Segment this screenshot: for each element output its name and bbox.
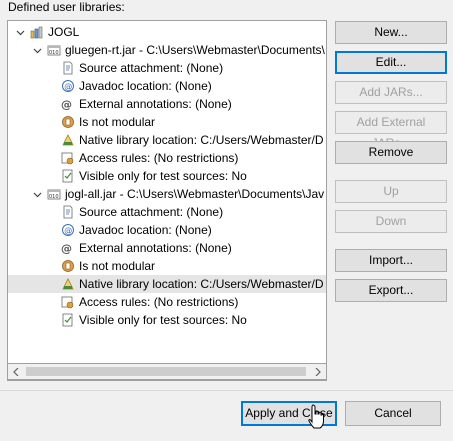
tree-item-label: Visible only for test sources: No (79, 169, 247, 183)
scroll-left-arrow-icon[interactable] (10, 366, 22, 378)
tree-item-label: Source attachment: (None) (79, 61, 224, 75)
scroll-right-arrow-icon[interactable] (312, 366, 324, 378)
tree-attribute-row[interactable]: @ External annotations: (None) (8, 95, 326, 113)
tree-item-label: Native library location: C:/Users/Webmas… (79, 133, 324, 147)
jar-icon: 010 (47, 187, 61, 201)
svg-text:@: @ (64, 226, 72, 235)
add-external-jars-button[interactable]: Add External JARs... (335, 111, 447, 150)
tree-jar-row[interactable]: 010 gluegen-rt.jar - C:\Users\Webmaster\D… (8, 41, 326, 59)
tree-attribute-row[interactable]: @ External annotations: (None) (8, 239, 326, 257)
library-icon (30, 25, 44, 39)
tree-jar-row[interactable]: 010 jogl-all.jar - C:\Users\Webmaster\Doc… (8, 185, 326, 203)
access-rules-icon (61, 151, 75, 165)
native-library-icon (61, 133, 75, 147)
native-library-icon (61, 277, 75, 291)
svg-text:@: @ (61, 242, 72, 255)
tree-attribute-row[interactable]: Access rules: (No restrictions) (8, 149, 326, 167)
remove-button[interactable]: Remove (335, 141, 447, 164)
svg-text:010: 010 (49, 50, 59, 56)
edit-button[interactable]: Edit... (335, 51, 447, 74)
source-attachment-icon (61, 61, 75, 75)
tree-item-label: Javadoc location: (None) (79, 79, 212, 93)
tree-item-label: External annotations: (None) (79, 241, 232, 255)
module-icon (61, 259, 75, 273)
scrollbar-thumb[interactable] (26, 367, 306, 376)
tree-attribute-row[interactable]: @ Javadoc location: (None) (8, 77, 326, 95)
expand-chevron-icon[interactable] (14, 23, 26, 41)
test-sources-icon (61, 313, 75, 327)
module-icon (61, 115, 75, 129)
svg-text:@: @ (61, 98, 72, 111)
export-button[interactable]: Export... (335, 279, 447, 302)
tree-item-label: Javadoc location: (None) (79, 223, 212, 237)
tree-attribute-row[interactable]: @ Javadoc location: (None) (8, 221, 326, 239)
tree-item-label: Visible only for test sources: No (79, 313, 247, 327)
tree-item-label: Is not modular (79, 115, 156, 129)
expand-chevron-icon[interactable] (31, 41, 43, 59)
tree-attribute-row[interactable]: Source attachment: (None) (8, 203, 326, 221)
tree-attribute-row[interactable]: Is not modular (8, 257, 326, 275)
tree-item-label: JOGL (48, 25, 80, 39)
hand-cursor-icon (308, 404, 324, 429)
tree-attribute-row[interactable]: Visible only for test sources: No (8, 167, 326, 185)
down-button[interactable]: Down (335, 210, 447, 233)
up-button[interactable]: Up (335, 180, 447, 203)
footer-separator (0, 390, 453, 391)
user-libraries-tree[interactable]: JOGL 010 gluegen-rt.jar - C:\Users\Webmast… (7, 20, 327, 381)
expand-chevron-icon[interactable] (31, 185, 43, 203)
tree-item-label: Access rules: (No restrictions) (79, 295, 239, 309)
tree-attribute-row[interactable]: Source attachment: (None) (8, 59, 326, 77)
tree-item-label: Native library location: C:/Users/Webmas… (79, 277, 324, 291)
external-annotations-icon: @ (61, 97, 75, 111)
tree-item-label: gluegen-rt.jar - C:\Users\Webmaster\Docu… (65, 43, 325, 57)
tree-item-label: Access rules: (No restrictions) (79, 151, 239, 165)
tree-attribute-row[interactable]: Native library location: C:/Users/Webmas… (8, 131, 326, 149)
horizontal-scrollbar[interactable] (7, 363, 327, 380)
cancel-button[interactable]: Cancel (345, 401, 441, 426)
test-sources-icon (61, 169, 75, 183)
tree-library-row[interactable]: JOGL (8, 23, 326, 41)
tree-attribute-row[interactable]: Is not modular (8, 113, 326, 131)
tree-item-label: Source attachment: (None) (79, 205, 224, 219)
tree-attribute-row[interactable]: Native library location: C:/Users/Webmas… (8, 275, 326, 293)
tree-item-label: External annotations: (None) (79, 97, 232, 111)
javadoc-icon: @ (61, 223, 75, 237)
source-attachment-icon (61, 205, 75, 219)
import-button[interactable]: Import... (335, 249, 447, 272)
new-button[interactable]: New... (335, 21, 447, 44)
tree-item-label: Is not modular (79, 259, 156, 273)
tree-attribute-row[interactable]: Visible only for test sources: No (8, 311, 326, 329)
tree-attribute-row[interactable]: Access rules: (No restrictions) (8, 293, 326, 311)
access-rules-icon (61, 295, 75, 309)
svg-text:010: 010 (49, 194, 59, 200)
defined-user-libraries-label: Defined user libraries: (8, 0, 125, 14)
tree-item-label: jogl-all.jar - C:\Users\Webmaster\Docume… (65, 187, 325, 201)
svg-text:@: @ (64, 82, 72, 91)
add-jars-button[interactable]: Add JARs... (335, 81, 447, 104)
external-annotations-icon: @ (61, 241, 75, 255)
javadoc-icon: @ (61, 79, 75, 93)
jar-icon: 010 (47, 43, 61, 57)
